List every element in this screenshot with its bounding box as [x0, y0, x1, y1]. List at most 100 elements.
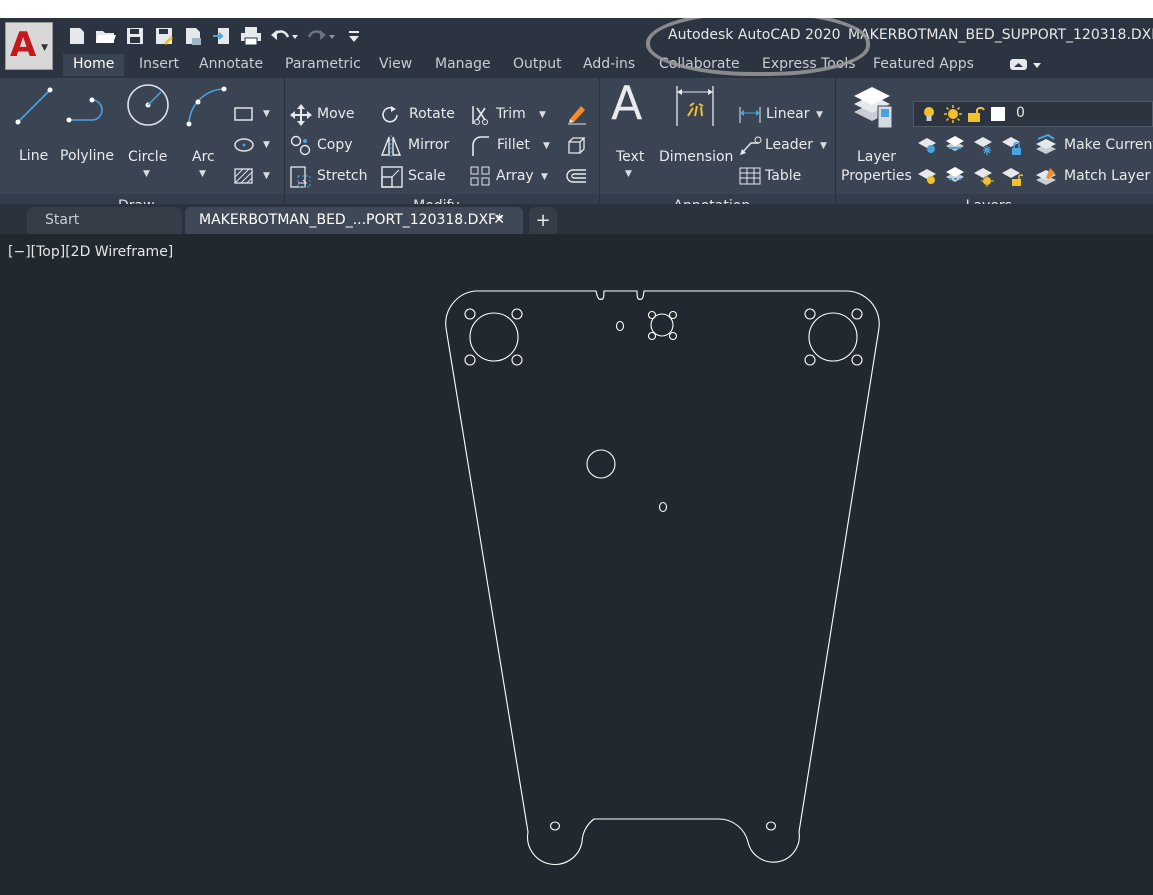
layer-thaw-icon[interactable]: [973, 165, 995, 191]
line-icon[interactable]: [12, 84, 56, 132]
dimension-icon[interactable]: [674, 84, 716, 132]
application-menu-button[interactable]: A ▼: [5, 22, 53, 70]
line-button[interactable]: Line: [19, 148, 48, 164]
layer-on-icon[interactable]: [917, 165, 939, 191]
hatch-dropdown-icon[interactable]: ▼: [263, 171, 270, 181]
move-icon[interactable]: [290, 104, 312, 130]
tab-annotate[interactable]: Annotate: [199, 56, 263, 72]
mirror-icon[interactable]: [380, 135, 402, 161]
layer-unisolate-icon[interactable]: [945, 165, 967, 191]
layer-properties-label-2[interactable]: Properties: [841, 168, 912, 184]
layer-dropdown[interactable]: 0: [913, 101, 1153, 127]
tab-manage[interactable]: Manage: [435, 56, 491, 72]
export-icon[interactable]: [211, 25, 233, 47]
copy-button[interactable]: Copy: [317, 137, 353, 153]
tab-parametric[interactable]: Parametric: [285, 56, 361, 72]
layer-off-icon[interactable]: [917, 134, 939, 160]
make-current-button[interactable]: Make Current: [1064, 137, 1153, 153]
dimension-button[interactable]: Dimension: [659, 149, 733, 165]
tab-featured-apps[interactable]: Featured Apps: [873, 56, 974, 72]
tab-insert[interactable]: Insert: [139, 56, 179, 72]
linear-dropdown-icon[interactable]: ▼: [816, 110, 823, 120]
rectangle-icon[interactable]: [233, 106, 255, 126]
trim-icon[interactable]: [470, 104, 490, 130]
new-icon[interactable]: [66, 25, 88, 47]
redo-icon[interactable]: [306, 25, 336, 47]
plot-icon[interactable]: [182, 25, 204, 47]
ribbon-minimize-icon[interactable]: [1010, 58, 1044, 76]
tab-add-ins[interactable]: Add-ins: [583, 56, 635, 72]
print-icon[interactable]: [240, 25, 262, 47]
leader-dropdown-icon[interactable]: ▼: [820, 141, 827, 151]
tab-home[interactable]: Home: [63, 54, 125, 76]
mirror-button[interactable]: Mirror: [408, 137, 449, 153]
rotate-icon[interactable]: [381, 105, 401, 129]
drawing-tab[interactable]: MAKERBOTMAN_BED_...PORT_120318.DXF* ✕: [185, 207, 523, 234]
hatch-icon[interactable]: [233, 167, 255, 189]
move-button[interactable]: Move: [317, 106, 355, 122]
save-icon[interactable]: [124, 25, 146, 47]
circle-button[interactable]: Circle: [128, 149, 167, 165]
drawing-canvas[interactable]: [0, 236, 1153, 895]
array-icon[interactable]: [470, 166, 490, 190]
linear-button[interactable]: Linear: [766, 106, 810, 122]
table-button[interactable]: Table: [765, 168, 801, 184]
offset-icon[interactable]: [565, 168, 587, 190]
tab-view[interactable]: View: [379, 56, 412, 72]
table-icon[interactable]: [739, 167, 761, 189]
erase-icon[interactable]: [566, 103, 588, 129]
array-button[interactable]: Array: [496, 168, 534, 184]
undo-icon[interactable]: [269, 25, 299, 47]
customize-icon[interactable]: [343, 25, 365, 47]
trim-dropdown-icon[interactable]: ▼: [539, 110, 546, 120]
polyline-button[interactable]: Polyline: [60, 148, 114, 164]
layer-lock-icon[interactable]: [1001, 134, 1023, 160]
linear-dimension-icon[interactable]: [738, 105, 762, 129]
layer-isolate-icon[interactable]: [945, 134, 967, 160]
arc-dropdown-icon[interactable]: ▼: [199, 169, 206, 179]
quick-access-toolbar: [66, 23, 372, 49]
drawing-viewport[interactable]: [−][Top][2D Wireframe]: [0, 236, 1153, 895]
open-icon[interactable]: [95, 25, 117, 47]
close-icon[interactable]: ✕: [493, 207, 505, 234]
tab-collaborate[interactable]: Collaborate: [659, 56, 740, 72]
ellipse-dropdown-icon[interactable]: ▼: [263, 140, 270, 150]
array-dropdown-icon[interactable]: ▼: [541, 172, 548, 182]
rotate-button[interactable]: Rotate: [409, 106, 455, 122]
text-dropdown-icon[interactable]: ▼: [625, 169, 632, 179]
save-as-icon[interactable]: [153, 25, 175, 47]
text-button[interactable]: Text: [616, 149, 644, 165]
layer-freeze-icon[interactable]: [973, 134, 995, 160]
stretch-button[interactable]: Stretch: [317, 168, 368, 184]
new-tab-button[interactable]: +: [529, 207, 557, 234]
fillet-button[interactable]: Fillet: [497, 137, 530, 153]
leader-button[interactable]: Leader: [765, 137, 813, 153]
layer-properties-label-1[interactable]: Layer: [857, 149, 896, 165]
tab-output[interactable]: Output: [513, 56, 562, 72]
rectangle-dropdown-icon[interactable]: ▼: [263, 109, 270, 119]
polyline-icon[interactable]: [64, 86, 110, 132]
make-current-icon[interactable]: [1035, 133, 1057, 160]
match-layer-icon[interactable]: [1035, 165, 1057, 191]
layer-unlock-icon[interactable]: [1001, 165, 1024, 191]
layer-properties-icon[interactable]: [852, 82, 896, 136]
stretch-icon[interactable]: [290, 165, 312, 193]
leader-icon[interactable]: [738, 135, 762, 161]
circle-icon[interactable]: [125, 82, 171, 132]
match-layer-button[interactable]: Match Layer: [1064, 168, 1150, 184]
scale-button[interactable]: Scale: [408, 168, 446, 184]
lightbulb-icon: [922, 106, 936, 126]
explode-icon[interactable]: [566, 135, 588, 159]
arc-icon[interactable]: [184, 84, 228, 132]
scale-icon[interactable]: [381, 166, 403, 192]
copy-icon[interactable]: [290, 135, 312, 161]
fillet-icon[interactable]: [470, 135, 490, 161]
circle-dropdown-icon[interactable]: ▼: [143, 169, 150, 179]
start-tab[interactable]: Start: [27, 207, 182, 234]
tab-express-tools[interactable]: Express Tools: [762, 56, 856, 72]
fillet-dropdown-icon[interactable]: ▼: [543, 141, 550, 151]
trim-button[interactable]: Trim: [496, 106, 526, 122]
text-icon[interactable]: A: [611, 78, 642, 128]
ellipse-icon[interactable]: [233, 137, 255, 157]
arc-button[interactable]: Arc: [192, 149, 215, 165]
